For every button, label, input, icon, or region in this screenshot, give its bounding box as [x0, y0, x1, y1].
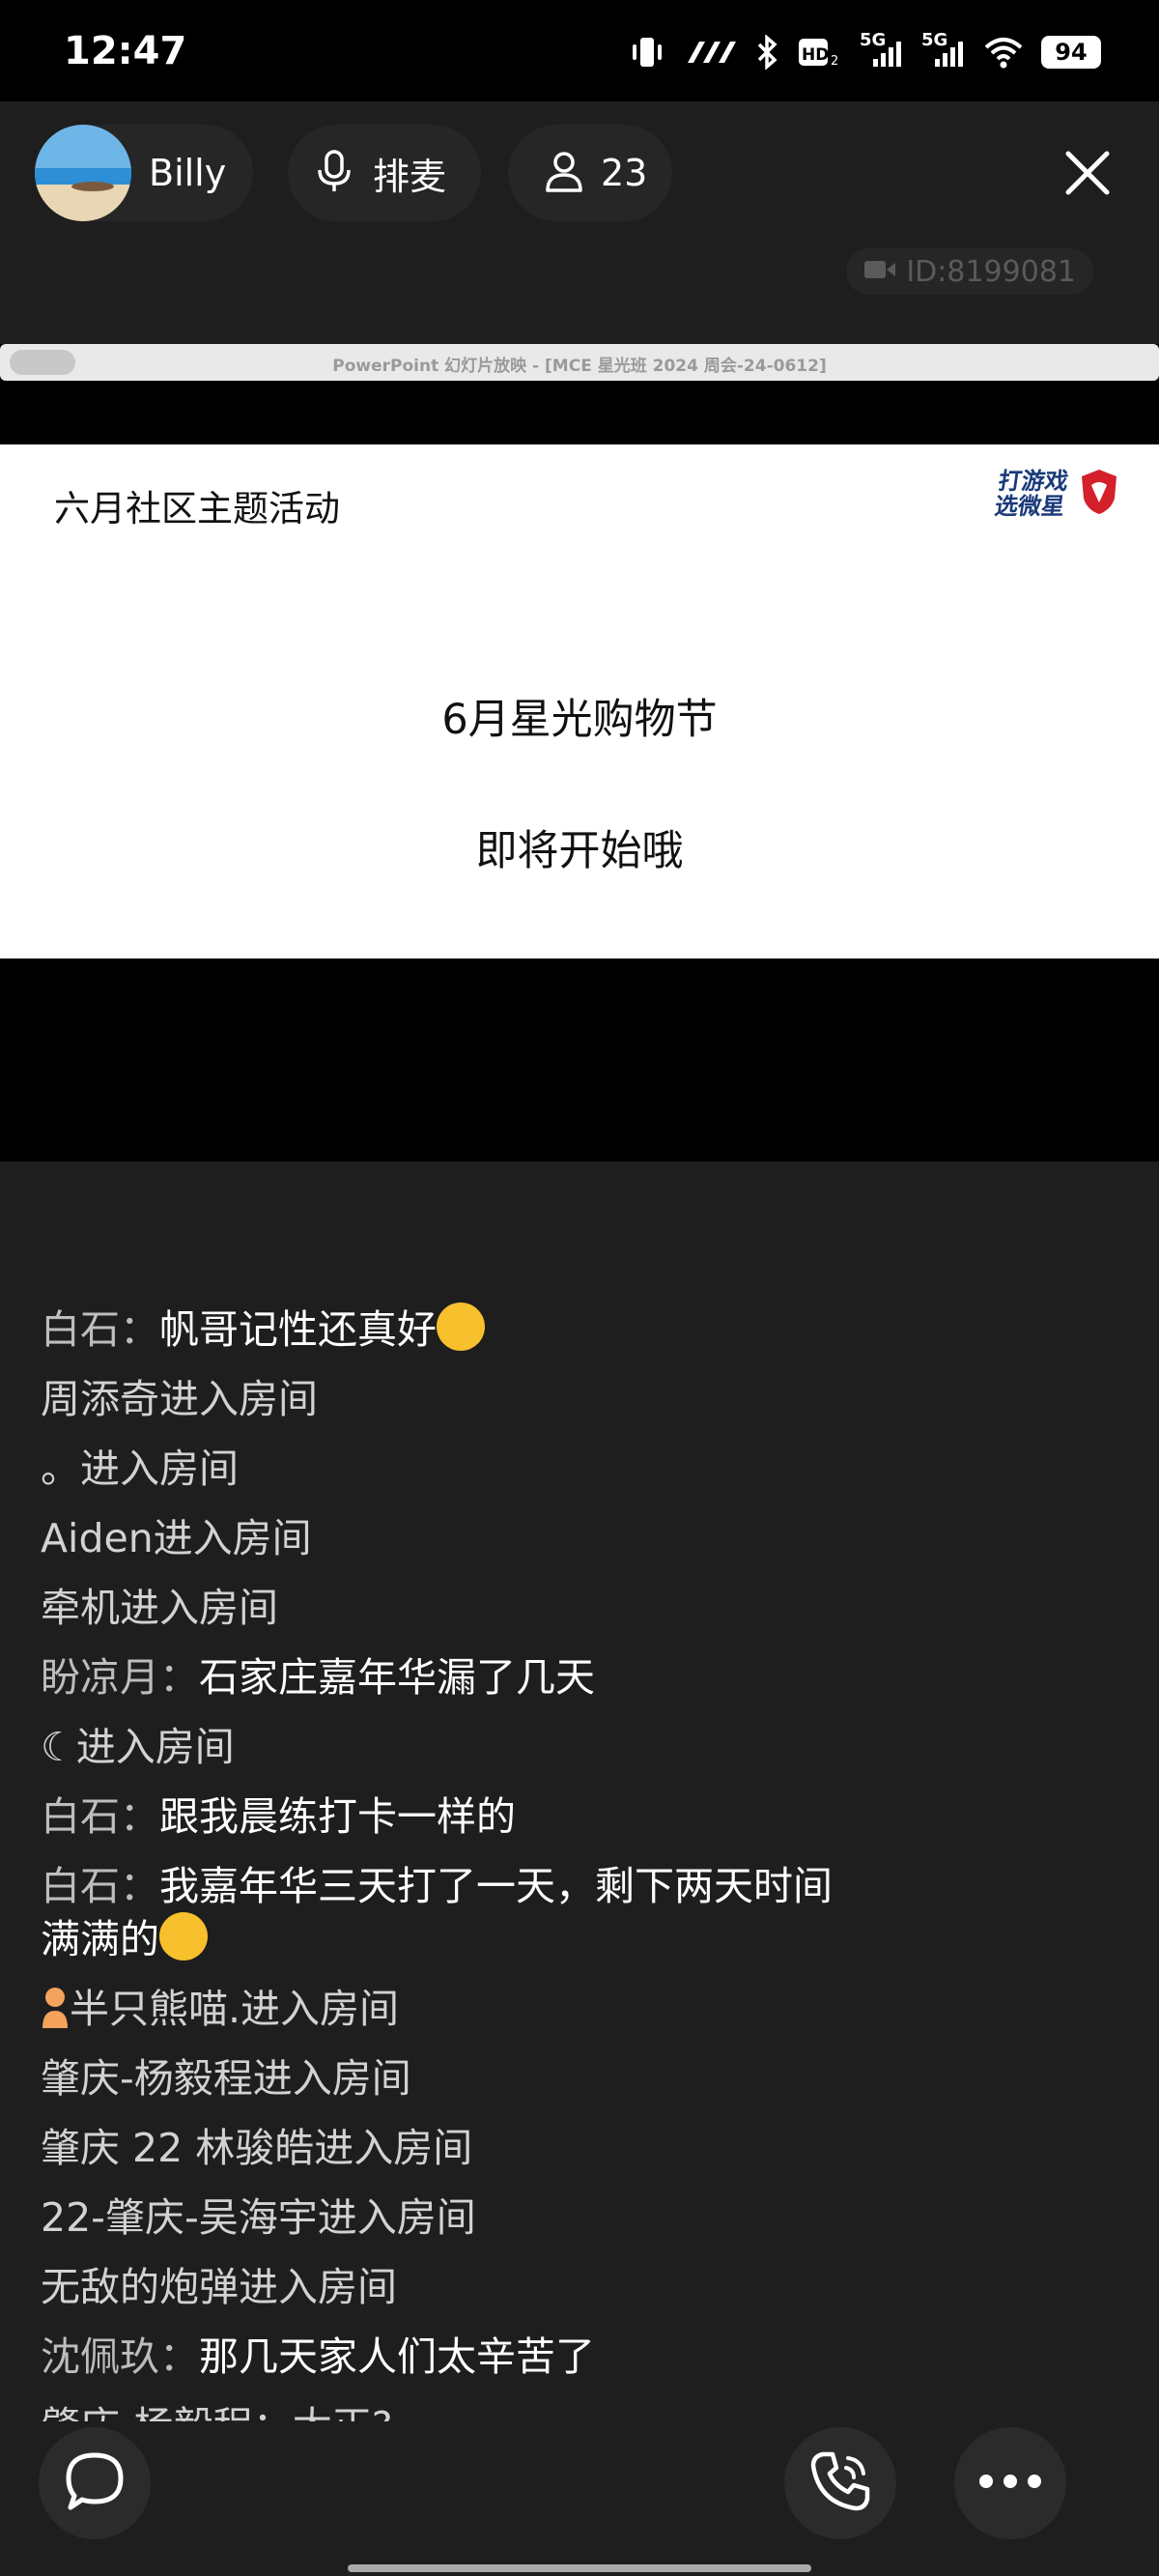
comment-button[interactable] — [39, 2427, 151, 2539]
chat-content: 石家庄嘉年华漏了几天 — [199, 1654, 595, 1701]
slide-heading: 6月星光购物节 — [441, 696, 718, 744]
chat-message: 沈佩玖：那几天家人们太辛苦了 — [41, 2331, 1103, 2383]
wifi-icon — [983, 36, 1024, 69]
person-emoji-icon — [41, 1986, 70, 2030]
chat-message: 盼凉月：石家庄嘉年华漏了几天 — [41, 1651, 1103, 1703]
chat-join-notice: 肇庆 22 林骏皓进入房间 — [41, 2125, 473, 2171]
chat-user: 白石： — [41, 1863, 159, 1909]
host-name: Billy — [149, 152, 227, 194]
chat-feed[interactable]: 白石：帆哥记性还真好 周添奇进入房间 。进入房间 Aiden进入房间 牵机进入房… — [41, 1302, 1103, 2439]
more-dots-icon — [978, 2474, 1042, 2493]
chat-user: 白石： — [41, 1793, 159, 1840]
logo-slogan-line2: 选微星 — [993, 493, 1067, 520]
chat-content: 跟我晨练打卡一样的 — [159, 1793, 516, 1840]
slide-subheading: 即将开始哦 — [475, 827, 684, 875]
chat-join-notice: ☾进入房间 — [41, 1724, 235, 1770]
chat-user: 沈佩玖： — [41, 2333, 199, 2380]
microphone-icon — [315, 149, 353, 197]
chat-join-notice: 22-肇庆-吴海宇进入房间 — [41, 2194, 476, 2241]
chat-user: 白石： — [41, 1306, 159, 1353]
logo-slogan: 打游戏 选微星 — [993, 468, 1070, 520]
voice-call-button[interactable] — [784, 2427, 896, 2539]
network-label-1: 5G — [860, 30, 887, 50]
chat-join-text: 半只熊喵.进入房间 — [70, 1986, 400, 2032]
svg-text:HD: HD — [802, 45, 829, 65]
home-indicator[interactable] — [348, 2564, 811, 2572]
more-options-button[interactable] — [954, 2427, 1066, 2539]
chat-join-notice: 无敌的炮弹进入房间 — [41, 2264, 397, 2310]
chat-join-notice: 。进入房间 — [41, 1445, 239, 1492]
hd-icon: HD 2 — [798, 36, 842, 69]
svg-text:2: 2 — [831, 54, 838, 69]
room-id: ID:8199081 — [906, 254, 1076, 289]
viewer-count: 23 — [601, 152, 648, 194]
signal-icon-2: 5G — [921, 30, 966, 69]
chat-bubble-icon — [61, 2449, 128, 2517]
phone-icon — [806, 2447, 875, 2520]
signal-icon: 5G — [860, 30, 904, 69]
powerpoint-title: PowerPoint 幻灯片放映 - [MCE 星光班 2024 周会-24-0… — [332, 357, 827, 376]
chat-content: 那几天家人们太辛苦了 — [199, 2333, 595, 2380]
person-icon — [545, 150, 583, 196]
network-label-2: 5G — [921, 30, 948, 50]
chat-join-notice: 半只熊喵.进入房间 — [41, 1983, 1103, 2035]
close-icon[interactable] — [1060, 146, 1115, 200]
screen-share-view[interactable]: PowerPoint 幻灯片放映 - [MCE 星光班 2024 周会-24-0… — [0, 344, 1159, 1161]
chat-message: 白石：帆哥记性还真好 — [41, 1302, 1103, 1356]
viewer-count-button[interactable]: 23 — [508, 125, 672, 221]
hugging-emoji-icon — [159, 1912, 208, 1961]
laughing-emoji-icon — [437, 1302, 485, 1351]
msi-logo: 打游戏 选微星 — [993, 468, 1120, 520]
powerpoint-title-bar: PowerPoint 幻灯片放映 - [MCE 星光班 2024 周会-24-0… — [0, 344, 1159, 381]
chat-join-notice: 肇庆-杨毅程进入房间 — [41, 2055, 411, 2102]
chat-user: 盼凉月： — [41, 1654, 199, 1701]
room-header: Billy 排麦 23 ID:8199081 — [0, 101, 1159, 353]
msi-shield-icon — [1078, 468, 1120, 520]
chat-join-notice: Aiden进入房间 — [41, 1515, 312, 1561]
video-camera-icon — [863, 255, 896, 289]
chat-message: 白石：跟我晨练打卡一样的 — [41, 1790, 1103, 1843]
bottom-toolbar — [0, 2427, 1159, 2576]
slide-title: 六月社区主题活动 — [54, 488, 340, 530]
logo-slogan-line1: 打游戏 — [996, 468, 1070, 495]
avatar[interactable] — [35, 125, 131, 221]
battery-icon: 94 — [1041, 36, 1101, 69]
room-id-badge: ID:8199081 — [846, 248, 1093, 295]
status-bar: 12:47 HD 2 5G 5G 94 — [0, 0, 1159, 101]
chat-content: 我嘉年华三天打了一天，剩下两天时间满满的 — [41, 1863, 833, 1962]
status-icons: HD 2 5G 5G 94 — [628, 30, 1101, 70]
mic-queue-button[interactable]: 排麦 — [288, 125, 481, 221]
chat-join-notice: 牵机进入房间 — [41, 1585, 278, 1631]
chat-message: 白石：我嘉年华三天打了一天，剩下两天时间满满的 — [41, 1860, 833, 1965]
chat-join-notice: 周添奇进入房间 — [41, 1376, 318, 1422]
vibrate-icon — [628, 35, 666, 70]
data-speed-icon — [684, 38, 736, 67]
mic-queue-label: 排麦 — [373, 155, 447, 198]
chat-content: 帆哥记性还真好 — [159, 1306, 437, 1353]
clock: 12:47 — [64, 29, 187, 73]
chat-message-partial: 肇庆-杨毅程：太正? — [41, 2400, 1103, 2421]
presentation-slide: 六月社区主题活动 打游戏 选微星 6月星光购物节 即将开始哦 — [0, 444, 1159, 959]
host-profile[interactable]: Billy — [35, 125, 253, 221]
bluetooth-icon — [753, 35, 780, 70]
